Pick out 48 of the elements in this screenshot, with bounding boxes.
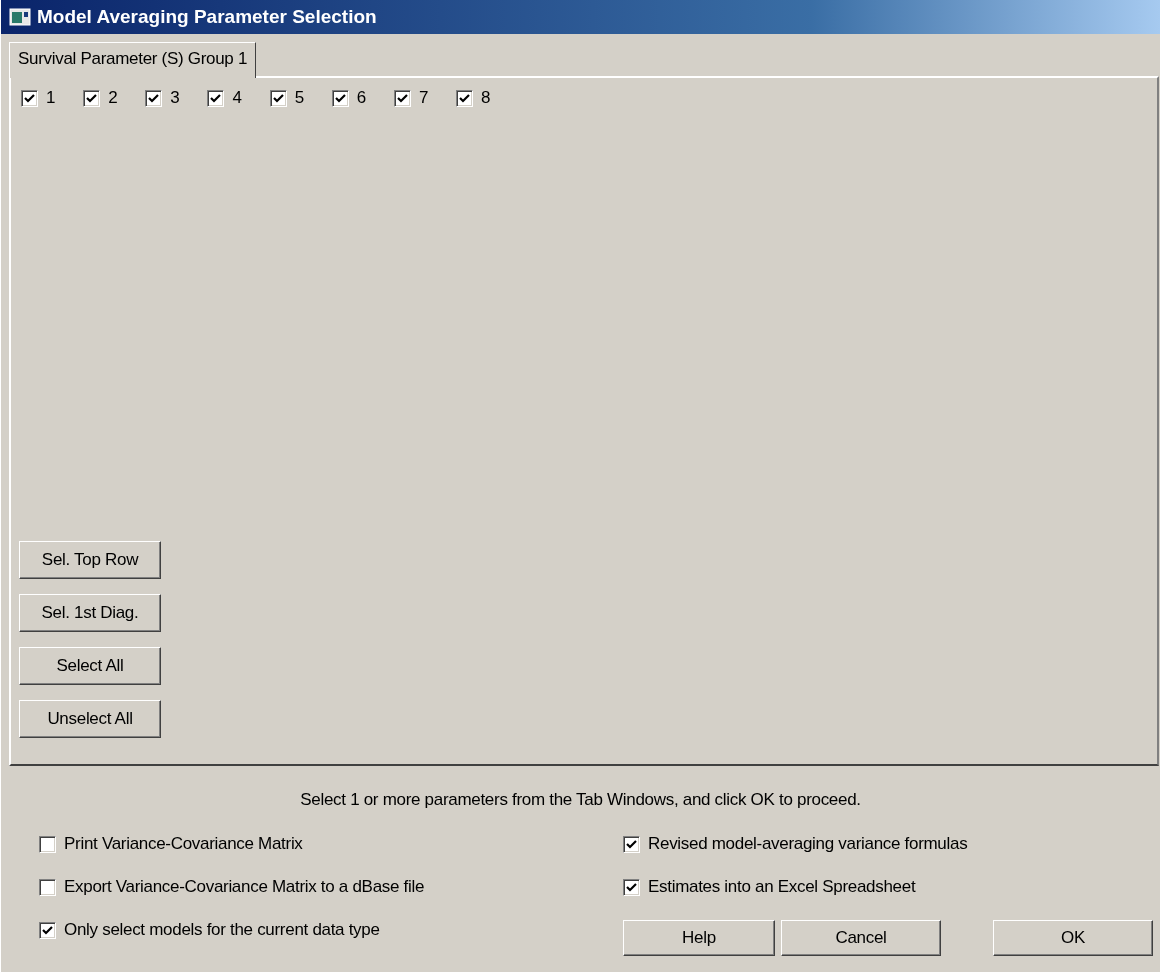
checkbox[interactable] — [623, 835, 640, 853]
checkbox-label: 5 — [294, 88, 304, 108]
checkbox-label: 4 — [232, 88, 242, 108]
check-icon — [210, 92, 222, 104]
window-title: Model Averaging Parameter Selection — [37, 6, 377, 28]
checkbox[interactable] — [456, 89, 474, 107]
checkbox[interactable] — [145, 89, 163, 107]
dialog-button[interactable]: Cancel — [781, 920, 941, 956]
checkbox-label: Only select models for the current data type — [64, 920, 380, 940]
select-button[interactable]: Select All — [19, 647, 161, 685]
checkbox-label: Estimates into an Excel Spreadsheet — [648, 877, 916, 897]
checkbox-label: Revised model-averaging variance formulas — [648, 834, 968, 854]
check-icon — [86, 92, 98, 104]
checkbox-label: Print Variance-Covariance Matrix — [64, 834, 303, 854]
checkbox-label: 6 — [356, 88, 366, 108]
check-icon — [24, 92, 35, 104]
checkbox[interactable] — [207, 89, 225, 107]
select-button[interactable]: Unselect All — [19, 700, 161, 738]
check-icon — [334, 92, 346, 104]
select-button[interactable]: Sel. 1st Diag. — [19, 594, 161, 632]
checkbox-label: 7 — [418, 88, 429, 108]
tab[interactable]: Survival Parameter (S) Group 1 — [9, 42, 257, 78]
window-icon — [9, 8, 31, 26]
checkbox-label: 1 — [46, 88, 56, 108]
check-icon — [626, 838, 637, 850]
checkbox-label: 2 — [108, 88, 118, 108]
checkbox[interactable] — [83, 89, 101, 107]
check-icon — [148, 92, 160, 104]
dialog-button[interactable]: OK — [993, 920, 1153, 956]
select-button[interactable]: Sel. Top Row — [19, 541, 161, 579]
checkbox[interactable] — [269, 89, 287, 107]
checkbox-label: 3 — [170, 88, 180, 108]
checkbox-label: 8 — [481, 88, 491, 108]
checkbox[interactable] — [21, 89, 38, 107]
checkbox-label: Export Variance-Covariance Matrix to a dBase file — [64, 877, 425, 897]
check-icon — [272, 92, 284, 104]
check-icon — [626, 881, 637, 893]
checkbox[interactable] — [623, 878, 640, 896]
check-icon — [459, 92, 471, 104]
instruction-text: Select 1 or more parameters from the Tab Windows, and click OK to proceed. — [299, 790, 862, 810]
check-icon — [42, 924, 53, 936]
dialog-button[interactable]: Help — [623, 920, 775, 956]
checkbox[interactable] — [39, 921, 56, 939]
checkbox[interactable] — [39, 878, 56, 896]
checkbox[interactable] — [393, 89, 411, 107]
check-icon — [396, 92, 408, 104]
checkbox[interactable] — [331, 89, 349, 107]
checkbox[interactable] — [39, 835, 56, 853]
